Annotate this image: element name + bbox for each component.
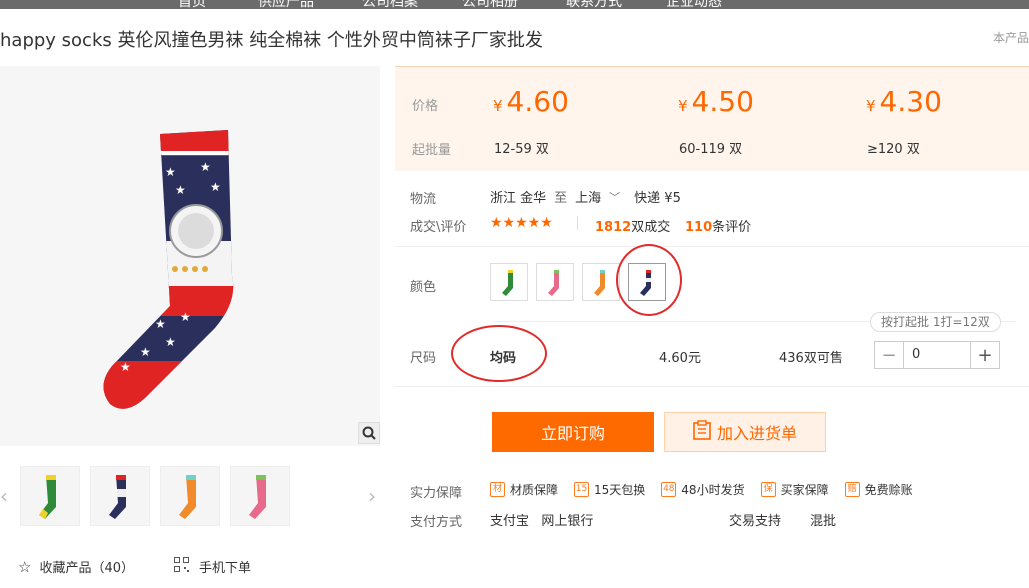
color-label: 颜色	[410, 280, 437, 295]
svg-text:★: ★	[180, 310, 191, 324]
logistics-label: 物流	[410, 192, 437, 207]
express-fee: 快递 ¥5	[634, 191, 681, 206]
reviews-count[interactable]: 110条评价	[685, 216, 751, 235]
clipboard-icon	[693, 420, 711, 444]
add-to-cart-label: 加入进货单	[716, 424, 797, 443]
guarantee-buyer[interactable]: 保买家保障	[760, 481, 829, 498]
guarantee-exchange[interactable]: 15 15天包换	[574, 481, 645, 498]
quantity-stepper: − 0 +	[874, 341, 1000, 369]
product-link[interactable]: 本产品	[993, 29, 1029, 46]
guarantee-shipping[interactable]: 48 48小时发货	[661, 481, 745, 498]
svg-text:★: ★	[165, 335, 176, 349]
product-title: happy socks 英伦风撞色男袜 纯全棉袜 个性外贸中筒袜子厂家批发	[0, 30, 543, 51]
tier-range-1: 12-59 双	[494, 142, 549, 157]
buyer-protect-icon: 保	[760, 482, 776, 497]
svg-text:★: ★	[175, 183, 186, 197]
color-swatch-pink[interactable]	[536, 263, 574, 301]
nav-news[interactable]: 企业动态	[666, 0, 722, 9]
trade-support-label: 交易支持	[729, 514, 782, 529]
chevron-down-icon[interactable]: ﹀	[609, 189, 620, 205]
ship-to[interactable]: 上海	[575, 187, 601, 206]
nav-home[interactable]: 首页	[178, 0, 206, 9]
highlight-circle	[451, 325, 547, 382]
svg-text:★: ★	[140, 345, 151, 359]
nav-profile[interactable]: 公司档案	[362, 0, 418, 9]
min-qty-label: 起批量	[412, 143, 452, 158]
color-swatch-green[interactable]	[490, 263, 528, 301]
material-icon: 材	[490, 482, 505, 497]
top-nav-bar: 首页 供应产品 公司档案 公司相册 联系方式 企业动态	[0, 0, 1029, 9]
color-swatch-orange[interactable]	[582, 263, 620, 301]
tier-price-3: ¥4.30	[866, 85, 942, 118]
logistics-info: 浙江 金华 至 上海 ﹀ 快递 ¥5	[490, 187, 681, 207]
rating-stars: ★★★★★	[490, 215, 553, 231]
sock-image: ★ ★ ★ ★ ★ ★ ★ ★ ★ ★	[103, 130, 234, 409]
tier-range-2: 60-119 双	[679, 142, 743, 157]
highlight-circle	[616, 244, 682, 316]
add-to-cart-button[interactable]: 加入进货单	[664, 412, 826, 452]
tier-price-1: ¥4.60	[493, 85, 569, 118]
size-label: 尺码	[410, 351, 437, 366]
qr-code-icon	[174, 557, 189, 576]
star-outline-icon: ☆	[18, 557, 32, 576]
svg-text:★: ★	[130, 325, 141, 339]
order-now-button[interactable]: 立即订购	[492, 412, 654, 452]
stock-available: 436双可售	[779, 351, 843, 366]
main-product-image[interactable]: ★ ★ ★ ★ ★ ★ ★ ★ ★ ★	[0, 66, 380, 446]
pack-info-badge: 按打起批 1打=12双	[870, 312, 1001, 332]
svg-text:★: ★	[210, 180, 221, 194]
nav-album[interactable]: 公司相册	[462, 0, 518, 9]
divider	[395, 386, 1029, 387]
guarantee-credit[interactable]: 赔免费赊账	[844, 481, 913, 498]
price-label: 价格	[412, 99, 439, 114]
mobile-order-label: 手机下单	[199, 561, 252, 576]
shipping-icon: 48	[661, 482, 677, 497]
thumb-next-icon[interactable]: ›	[368, 484, 376, 508]
deals-count[interactable]: 1812双成交	[595, 216, 670, 235]
favorite-product[interactable]: ☆ 收藏产品（40）	[18, 557, 134, 577]
divider	[577, 216, 578, 230]
thumb-prev-icon[interactable]: ‹	[0, 484, 8, 508]
nav-products[interactable]: 供应产品	[258, 0, 314, 9]
credit-icon: 赔	[844, 482, 860, 497]
decrement-button[interactable]: −	[875, 342, 903, 368]
increment-button[interactable]: +	[971, 342, 999, 368]
size-price: 4.60元	[659, 351, 701, 366]
tier-range-3: ≥120 双	[867, 142, 920, 157]
mobile-order[interactable]: 手机下单	[174, 557, 251, 576]
thumbnail-4[interactable]	[230, 466, 290, 526]
guarantee-material[interactable]: 材材质保障	[490, 481, 558, 498]
guarantee-label: 实力保障	[410, 486, 463, 501]
exchange-icon: 15	[574, 482, 590, 497]
divider	[395, 246, 1029, 247]
svg-text:★: ★	[120, 360, 131, 374]
thumbnail-strip: ‹ ›	[0, 462, 385, 532]
svg-text:★: ★	[155, 317, 166, 331]
payment-label: 支付方式	[410, 515, 463, 530]
zoom-icon[interactable]	[358, 422, 380, 444]
rating-label: 成交\评价	[410, 220, 467, 235]
tier-price-2: ¥4.50	[678, 85, 754, 118]
ship-from: 浙江 金华	[490, 191, 547, 206]
svg-text:★: ★	[165, 165, 176, 179]
thumbnail-2[interactable]	[90, 466, 150, 526]
to-word: 至	[554, 191, 568, 206]
favorite-label: 收藏产品（40）	[39, 561, 134, 576]
trade-support-value: 混批	[810, 514, 837, 529]
thumbnail-1[interactable]	[20, 466, 80, 526]
payment-methods: 支付宝 网上银行	[490, 514, 594, 529]
thumbnail-3[interactable]	[160, 466, 220, 526]
nav-contact[interactable]: 联系方式	[566, 0, 622, 9]
price-panel: 价格 起批量 ¥4.60 ¥4.50 ¥4.30 12-59 双 60-119 …	[395, 66, 1029, 171]
quantity-input[interactable]: 0	[903, 342, 971, 368]
guarantee-list: 材材质保障 15 15天包换 48 48小时发货 保买家保障 赔免费赊账	[490, 481, 929, 498]
svg-text:★: ★	[200, 160, 211, 174]
